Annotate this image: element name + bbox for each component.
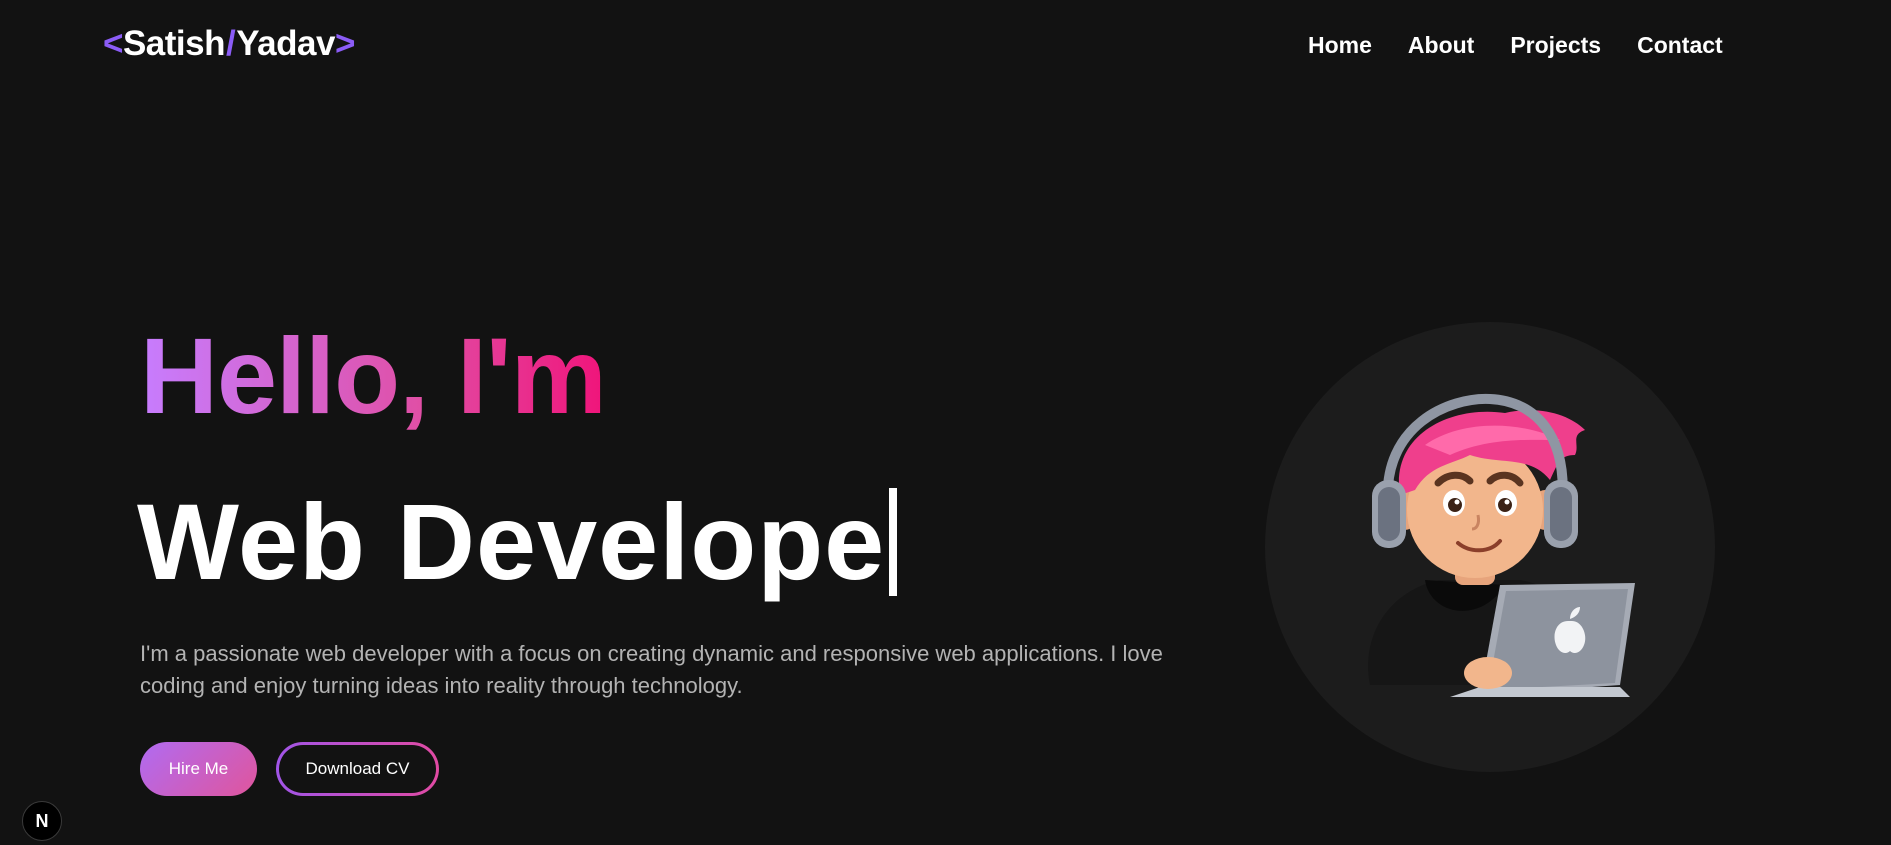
hero-actions: Hire Me Download CV xyxy=(140,742,439,796)
site-logo[interactable]: < Satish / Yadav > xyxy=(103,24,355,64)
page: < Satish / Yadav > Home About Projects C… xyxy=(0,0,1891,845)
logo-close-bracket: > xyxy=(334,24,355,63)
download-cv-border: Download CV xyxy=(276,742,439,796)
hero-description: I'm a passionate web developer with a fo… xyxy=(140,641,1163,698)
nav-link-contact[interactable]: Contact xyxy=(1637,32,1723,59)
nav-links: Home About Projects Contact xyxy=(1308,32,1723,59)
logo-slash: / xyxy=(226,24,236,63)
nextjs-icon-letter: N xyxy=(35,810,49,831)
logo-first-name: Satish xyxy=(122,24,226,63)
nextjs-icon[interactable]: N xyxy=(22,801,62,841)
logo-open-bracket: < xyxy=(103,24,123,63)
nav-link-about[interactable]: About xyxy=(1408,32,1474,59)
nav-link-home[interactable]: Home xyxy=(1308,32,1372,59)
developer-avatar-icon xyxy=(1368,393,1635,697)
hire-me-button[interactable]: Hire Me xyxy=(140,742,257,796)
navbar: < Satish / Yadav > Home About Projects C… xyxy=(0,0,1891,92)
typing-cursor xyxy=(889,488,898,596)
hero-role-text: Web Develope xyxy=(137,481,886,602)
download-cv-button[interactable]: Download CV xyxy=(279,745,436,793)
logo-last-name: Yadav xyxy=(236,24,335,63)
nav-link-projects[interactable]: Projects xyxy=(1510,32,1601,59)
hero-greeting: Hello, I'm xyxy=(140,315,607,436)
hero-role: Web Develope xyxy=(137,481,898,602)
